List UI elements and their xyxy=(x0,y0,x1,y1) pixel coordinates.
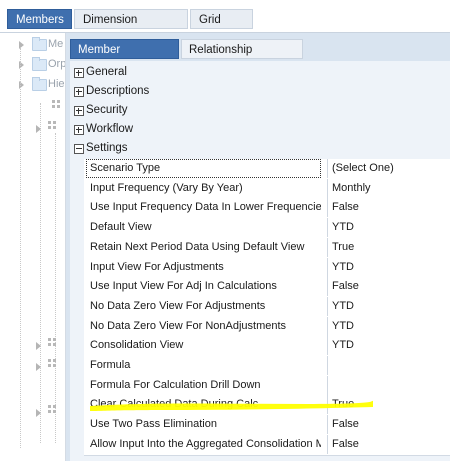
expand-arrow-icon[interactable] xyxy=(36,342,41,350)
property-row[interactable]: Consolidation View YTD xyxy=(84,336,450,358)
tab-members[interactable]: Members xyxy=(7,9,72,29)
property-name: Consolidation View xyxy=(90,339,184,352)
settings-property-grid: Scenario Type (Select One) Input Frequency… xyxy=(84,159,450,461)
property-name: Use Two Pass Elimination xyxy=(90,418,217,431)
property-value[interactable]: False xyxy=(327,277,450,297)
property-name: Use Input View For Adj In Calculations xyxy=(90,280,277,293)
property-value[interactable]: True xyxy=(327,237,450,257)
tree-connector-line xyxy=(55,133,56,443)
properties-tab-bar: Member Properties Relationship Propertie… xyxy=(66,33,450,76)
property-row[interactable]: Use Two Pass Elimination False xyxy=(84,415,450,437)
property-value[interactable]: YTD xyxy=(327,257,450,277)
property-name: Input View For Adjustments xyxy=(90,260,224,273)
section-label: Security xyxy=(86,104,128,116)
expand-plus-icon[interactable] xyxy=(74,106,84,116)
tree-item-label: Me xyxy=(48,38,64,50)
property-row[interactable]: Use Input Frequency Data In Lower Freque… xyxy=(84,198,450,220)
property-row[interactable]: Scenario Type (Select One) xyxy=(84,159,450,180)
properties-panel: Member Properties Relationship Propertie… xyxy=(66,33,450,461)
section-label: Workflow xyxy=(86,123,134,135)
tree-item-label: Orp xyxy=(48,58,66,70)
collapse-minus-icon[interactable] xyxy=(74,144,84,154)
property-value[interactable]: (Select One) xyxy=(327,159,450,178)
property-value[interactable]: False xyxy=(327,415,450,435)
tab-dimension-properties[interactable]: Dimension Properties xyxy=(74,9,188,46)
property-row[interactable]: Allow Input Into the Aggregated Consolid… xyxy=(84,434,450,456)
expand-arrow-icon[interactable] xyxy=(36,363,41,371)
property-value[interactable] xyxy=(327,375,450,395)
property-row[interactable]: Default View YTD xyxy=(84,218,450,240)
tree-item[interactable]: Orp xyxy=(0,57,65,75)
property-row[interactable]: Input View For Adjustments YTD xyxy=(84,257,450,279)
property-name: Clear Calculated Data During Calc xyxy=(90,398,259,411)
tree-connector-line xyxy=(40,103,41,443)
property-row[interactable]: Retain Next Period Data Using Default Vi… xyxy=(84,237,450,259)
section-label: General xyxy=(86,66,127,78)
property-row[interactable]: Formula For Calculation Drill Down xyxy=(84,375,450,397)
tree-connector-line xyxy=(20,48,21,448)
property-row[interactable]: Formula xyxy=(84,356,450,377)
property-row[interactable]: Use Input View For Adj In Calculations Fa… xyxy=(84,277,450,299)
expand-arrow-icon[interactable] xyxy=(36,125,41,133)
section-label: Settings xyxy=(86,142,128,154)
property-value[interactable]: Monthly xyxy=(327,178,450,198)
property-name: Input Frequency (Vary By Year) xyxy=(90,181,243,194)
expand-arrow-icon[interactable] xyxy=(36,409,41,417)
property-value[interactable]: False xyxy=(327,434,450,454)
folder-icon xyxy=(32,77,47,91)
section-label: Descriptions xyxy=(86,85,150,97)
property-name: Formula For Calculation Drill Down xyxy=(90,378,261,391)
folder-icon xyxy=(32,57,47,71)
property-name: Scenario Type xyxy=(86,159,321,178)
property-value[interactable]: True xyxy=(327,395,450,415)
member-tree: Me Orp Hie xyxy=(0,33,66,461)
property-row[interactable]: No Data Zero View For NonAdjustments YTD xyxy=(84,316,450,338)
property-name: No Data Zero View For Adjustments xyxy=(90,299,266,312)
tab-member-properties[interactable]: Member Properties xyxy=(70,39,179,76)
property-name: Retain Next Period Data Using Default Vi… xyxy=(90,240,305,253)
folder-icon xyxy=(32,37,47,51)
section-settings[interactable]: Settings xyxy=(70,140,450,159)
property-value[interactable] xyxy=(327,356,450,375)
tab-grid-view[interactable]: Grid View xyxy=(190,9,253,46)
section-workflow[interactable]: Workflow xyxy=(70,121,450,140)
section-general[interactable]: General xyxy=(70,64,450,83)
member-grid-icon xyxy=(48,359,57,368)
section-security[interactable]: Security xyxy=(70,102,450,121)
tree-item[interactable]: Hie xyxy=(0,77,65,95)
member-grid-icon xyxy=(48,121,57,130)
member-grid-icon xyxy=(48,405,57,414)
property-row[interactable]: No Data Zero View For Adjustments YTD xyxy=(84,296,450,318)
member-grid-icon xyxy=(48,338,57,347)
property-row[interactable]: Input Frequency (Vary By Year) Monthly xyxy=(84,178,450,200)
property-value[interactable]: YTD xyxy=(327,218,450,238)
property-value[interactable]: YTD xyxy=(327,316,450,336)
property-name: Use Input Frequency Data In Lower Freque… xyxy=(90,201,321,214)
expand-plus-icon[interactable] xyxy=(74,87,84,97)
property-row[interactable]: Clear Calculated Data During Calc True xyxy=(84,395,450,417)
property-value[interactable]: YTD xyxy=(327,296,450,316)
property-value[interactable]: False xyxy=(327,198,450,218)
member-grid-icon xyxy=(52,100,61,109)
property-name: No Data Zero View For NonAdjustments xyxy=(90,319,287,332)
tab-relationship-properties[interactable]: Relationship Properties xyxy=(181,39,303,76)
expand-plus-icon[interactable] xyxy=(74,125,84,135)
property-name: Allow Input Into the Aggregated Consolid… xyxy=(90,437,321,450)
property-name: Default View xyxy=(90,221,152,234)
tree-item[interactable]: Me xyxy=(0,37,65,55)
tree-item-label: Hie xyxy=(48,78,65,90)
top-tab-bar: Members Dimension Properties Grid View xyxy=(0,0,450,46)
property-name: Formula xyxy=(90,359,131,371)
property-value[interactable]: YTD xyxy=(327,336,450,356)
section-descriptions[interactable]: Descriptions xyxy=(70,83,450,102)
expand-plus-icon[interactable] xyxy=(74,68,84,78)
